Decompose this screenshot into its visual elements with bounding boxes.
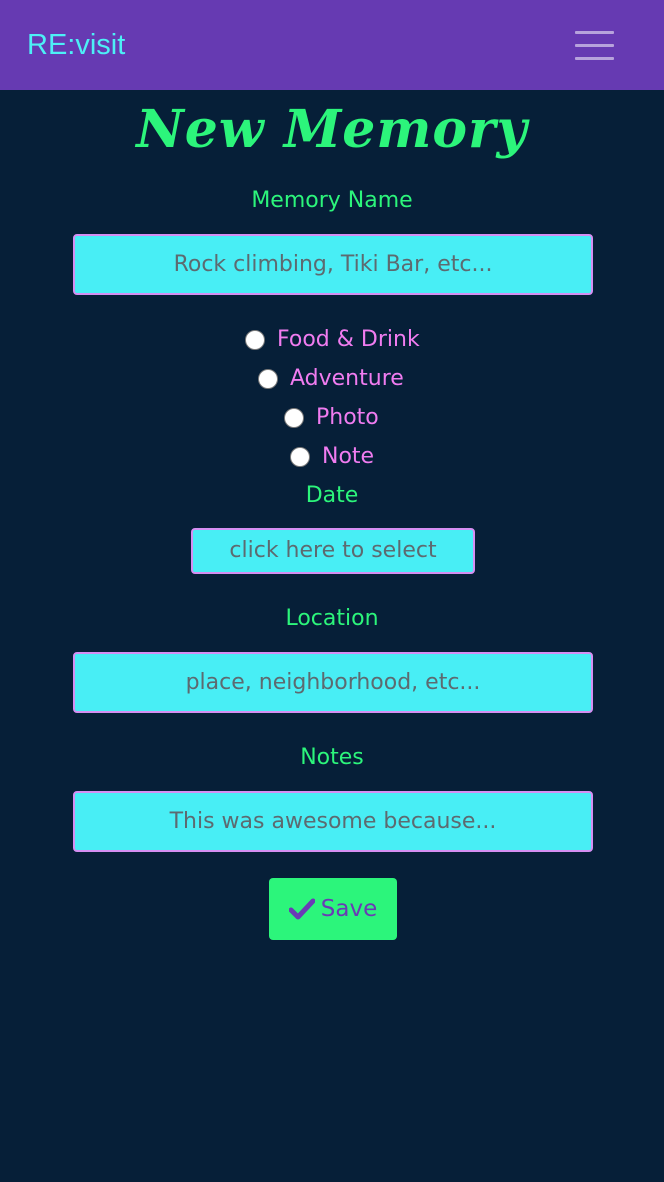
radio-label: Photo — [316, 405, 379, 430]
save-label: Save — [320, 896, 378, 922]
location-label: Location — [285, 606, 379, 631]
notes-input[interactable] — [73, 791, 593, 852]
menu-bar-top — [575, 31, 614, 34]
radio-button[interactable] — [290, 447, 310, 467]
memory-name-label: Memory Name — [251, 188, 413, 213]
radio-button[interactable] — [258, 369, 278, 389]
radio-label: Adventure — [290, 366, 404, 391]
location-input[interactable] — [73, 652, 593, 713]
checkmark-icon — [288, 898, 315, 920]
date-label: Date — [305, 483, 359, 508]
category-radio-food-drink[interactable]: Food & Drink — [245, 326, 420, 354]
radio-button[interactable] — [284, 408, 304, 428]
radio-label: Note — [322, 444, 375, 469]
category-radio-adventure[interactable]: Adventure — [258, 365, 404, 393]
notes-label: Notes — [300, 745, 364, 770]
menu-bar-bottom — [575, 57, 614, 60]
category-radio-note[interactable]: Note — [290, 443, 374, 471]
hamburger-menu-icon[interactable] — [567, 22, 621, 68]
brand-logo[interactable]: RE:visit — [27, 26, 125, 64]
radio-button[interactable] — [245, 330, 265, 350]
page-title: New Memory — [136, 99, 528, 160]
category-radio-photo[interactable]: Photo — [284, 404, 379, 432]
navbar: RE:visit — [0, 0, 664, 90]
date-picker-button[interactable]: click here to select — [191, 528, 475, 574]
radio-label: Food & Drink — [277, 327, 420, 352]
save-button[interactable]: Save — [269, 878, 397, 940]
memory-name-input[interactable] — [73, 234, 593, 295]
menu-bar-middle — [575, 44, 614, 47]
